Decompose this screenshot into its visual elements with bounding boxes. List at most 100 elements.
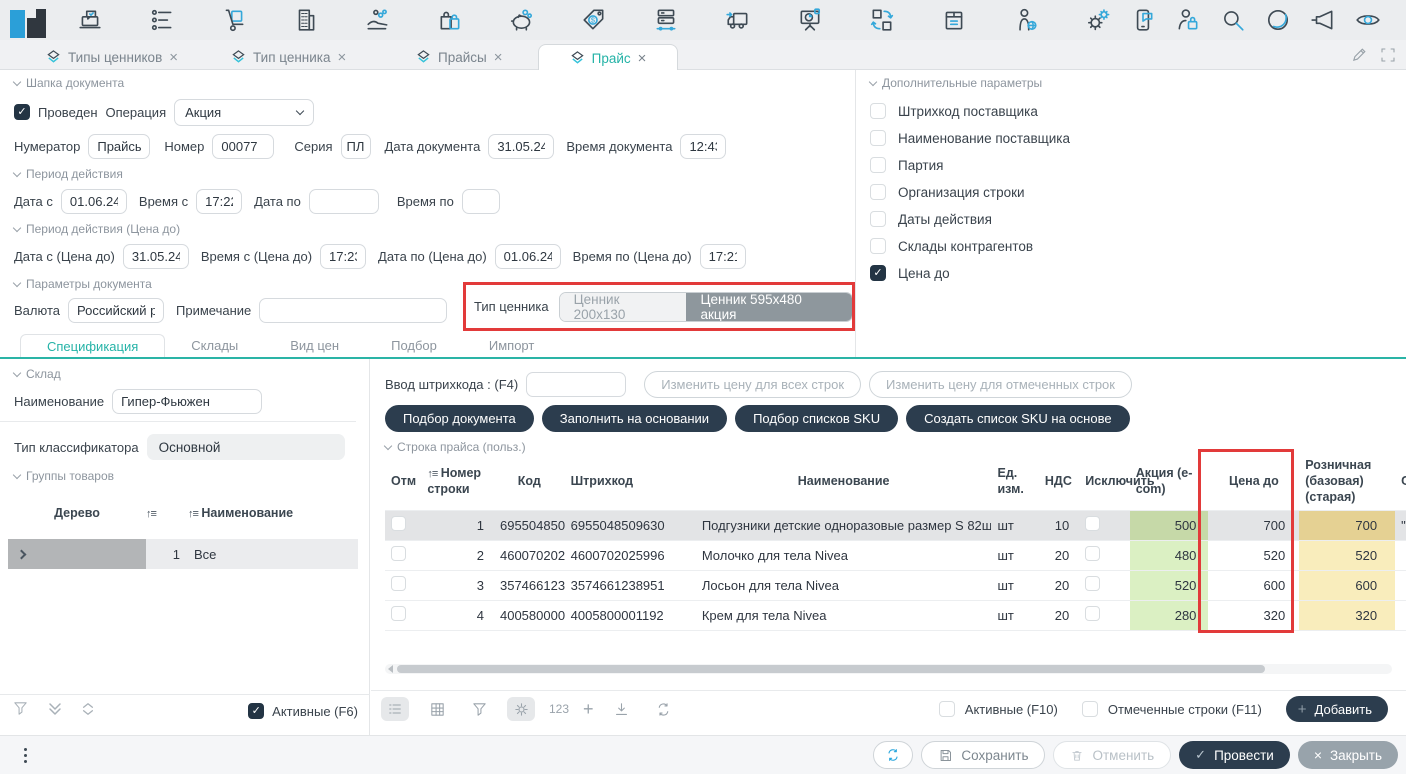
supplier-name-checkbox[interactable]	[870, 130, 886, 146]
search-icon[interactable]	[1216, 3, 1250, 37]
col-code[interactable]: Код	[494, 454, 565, 510]
sync-arrows-icon[interactable]	[865, 3, 899, 37]
tab-specification[interactable]: Спецификация	[20, 334, 165, 357]
section-doc-header[interactable]: Шапка документа	[14, 76, 124, 90]
date-to-input[interactable]	[309, 189, 379, 214]
cell-price-to[interactable]: 520	[1208, 540, 1299, 570]
edit-pencil-icon[interactable]	[1351, 46, 1368, 68]
section-extra-params[interactable]: Дополнительные параметры	[870, 76, 1042, 90]
col-retail-old[interactable]: Розничная (базовая) (старая)	[1299, 454, 1395, 510]
section-period[interactable]: Период действия	[14, 167, 123, 181]
cancel-button[interactable]: Отменить	[1053, 741, 1171, 769]
download-icon[interactable]	[608, 697, 636, 721]
close-icon[interactable]: ×	[494, 50, 503, 65]
kebab-menu-icon[interactable]	[24, 748, 27, 763]
pick-document-button[interactable]: Подбор документа	[385, 405, 534, 432]
marked-rows-f11-checkbox[interactable]	[1082, 701, 1098, 717]
server-rack-icon[interactable]	[649, 3, 683, 37]
col-exclude[interactable]: Исключить	[1079, 454, 1129, 510]
add-row-button[interactable]: +Добавить	[1286, 696, 1388, 722]
filter-icon[interactable]	[12, 700, 29, 722]
table-row[interactable]: 3 3574661238951 3574661238951 Лосьон для…	[385, 570, 1406, 600]
package-box-icon[interactable]	[937, 3, 971, 37]
table-row[interactable]: 2 4600702025996 4600702025996 Молочко дл…	[385, 540, 1406, 570]
price-date-to-input[interactable]	[495, 244, 561, 269]
doc-time-input[interactable]	[680, 134, 726, 159]
change-price-marked-button[interactable]: Изменить цену для отмеченных строк	[869, 371, 1132, 398]
tab-selection[interactable]: Подбор	[365, 334, 463, 357]
sort-asc-icon[interactable]: ↑≡	[146, 508, 156, 520]
posted-checkbox[interactable]	[14, 104, 30, 120]
post-button[interactable]: ✓Провести	[1179, 741, 1290, 769]
shopping-bags-icon[interactable]	[433, 3, 467, 37]
operation-select[interactable]: Акция	[174, 99, 314, 126]
save-button[interactable]: Сохранить	[921, 741, 1045, 769]
phone-chat-icon[interactable]	[1126, 3, 1160, 37]
hand-truck-icon[interactable]	[217, 3, 251, 37]
col-vat[interactable]: НДС	[1039, 454, 1079, 510]
date-from-input[interactable]	[61, 189, 127, 214]
refresh-button[interactable]	[873, 741, 913, 769]
cell-promo-price[interactable]: 520	[1130, 570, 1209, 600]
gears-icon[interactable]	[1081, 3, 1115, 37]
cell-retail-old[interactable]: 520	[1299, 540, 1395, 570]
tree-row[interactable]: 1 Все	[8, 539, 358, 569]
tab-price-lists[interactable]: Прайсы ×	[400, 44, 518, 70]
scrollbar-thumb[interactable]	[397, 665, 1265, 673]
sphere-icon[interactable]	[1261, 3, 1295, 37]
close-icon[interactable]: ×	[169, 50, 178, 65]
section-goods-groups[interactable]: Группы товаров	[14, 469, 114, 483]
section-price-rows[interactable]: Строка прайса (польз.)	[385, 440, 526, 454]
laptop-check-icon[interactable]	[73, 3, 107, 37]
fullscreen-icon[interactable]	[1380, 47, 1396, 68]
price-tag-dollar-icon[interactable]: $	[577, 3, 611, 37]
tab-price-tag-type[interactable]: Тип ценника ×	[215, 44, 362, 70]
grid-view-icon[interactable]	[423, 697, 451, 721]
price-date-from-input[interactable]	[123, 244, 189, 269]
table-row[interactable]: 4 4005800001192 4005800001192 Крем для т…	[385, 600, 1406, 630]
section-doc-params[interactable]: Параметры документа	[14, 277, 152, 291]
cell-promo-price[interactable]: 280	[1130, 600, 1209, 630]
batch-checkbox[interactable]	[870, 157, 886, 173]
person-globe-icon[interactable]	[1009, 3, 1043, 37]
cell-promo-price[interactable]: 480	[1130, 540, 1209, 570]
row-organization-checkbox[interactable]	[870, 184, 886, 200]
counterparty-warehouses-checkbox[interactable]	[870, 238, 886, 254]
section-warehouse[interactable]: Склад	[14, 367, 61, 381]
change-price-all-button[interactable]: Изменить цену для всех строк	[644, 371, 861, 398]
cell-promo-price[interactable]: 500	[1130, 510, 1209, 540]
person-lock-icon[interactable]	[1171, 3, 1205, 37]
repeat-icon[interactable]	[650, 697, 678, 721]
close-icon[interactable]: ×	[338, 50, 347, 65]
cell-retail-old[interactable]: 320	[1299, 600, 1395, 630]
numerator-input[interactable]	[88, 134, 150, 159]
sort-expand-icon[interactable]	[81, 701, 95, 722]
col-price-to[interactable]: Цена до	[1208, 454, 1299, 510]
note-input[interactable]	[259, 298, 447, 323]
row-exclude-checkbox[interactable]	[1085, 606, 1100, 621]
cell-retail-old[interactable]: 700	[1299, 510, 1395, 540]
horizontal-scrollbar[interactable]	[385, 664, 1392, 674]
barcode-entry-input[interactable]	[526, 372, 626, 397]
row-mark-checkbox[interactable]	[391, 516, 406, 531]
plus-icon[interactable]: +	[583, 700, 594, 718]
active-f6-checkbox[interactable]	[248, 703, 264, 719]
col-otm[interactable]: Отм	[385, 454, 421, 510]
col-promo[interactable]: Акция (e-com)	[1130, 454, 1209, 510]
col-barcode[interactable]: Штрихкод	[565, 454, 696, 510]
pick-sku-lists-button[interactable]: Подбор списков SKU	[735, 405, 898, 432]
name-col-header[interactable]: Наименование	[201, 506, 293, 520]
price-time-from-input[interactable]	[320, 244, 366, 269]
col-org[interactable]: О	[1395, 454, 1406, 510]
app-logo-icon[interactable]	[10, 2, 46, 38]
col-line-number[interactable]: ↑≡ Номер строки	[421, 454, 494, 510]
row-exclude-checkbox[interactable]	[1085, 546, 1100, 561]
active-f10-checkbox[interactable]	[939, 701, 955, 717]
sort-asc-icon[interactable]: ↑≡	[188, 508, 198, 520]
col-name[interactable]: Наименование	[696, 454, 992, 510]
tab-warehouses[interactable]: Склады	[165, 334, 264, 357]
close-icon[interactable]: ×	[638, 51, 647, 66]
cell-price-to[interactable]: 600	[1208, 570, 1299, 600]
currency-input[interactable]	[68, 298, 164, 323]
cell-price-to[interactable]: 700	[1208, 510, 1299, 540]
